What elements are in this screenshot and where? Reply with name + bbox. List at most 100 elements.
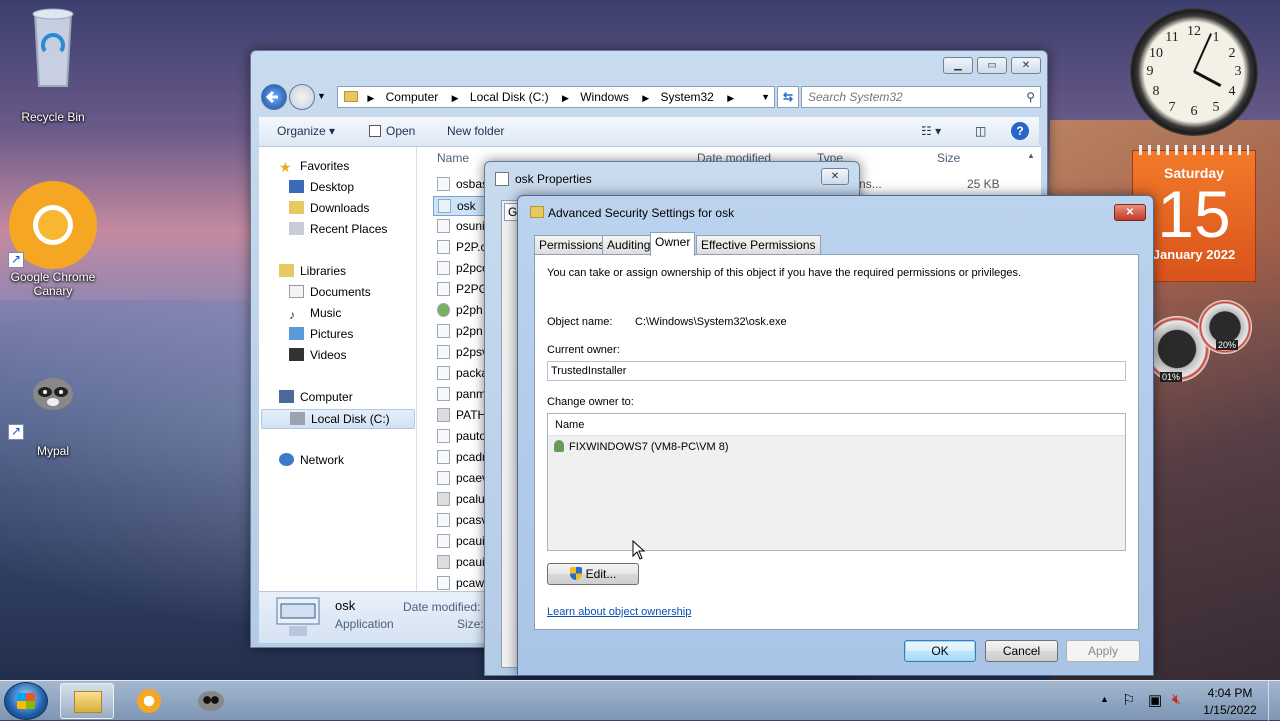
minimize-button[interactable]: ▁ [943,57,973,74]
file-row[interactable]: pcaev [437,471,488,485]
breadcrumb-separator-icon[interactable]: ▶ [452,93,459,103]
edit-button[interactable]: Edit... [547,563,639,585]
breadcrumb-computer[interactable]: Computer [386,90,439,104]
nav-pictures[interactable]: Pictures [289,327,353,341]
explorer-folder-icon [74,691,102,713]
nav-local-disk[interactable]: Local Disk (C:) [261,409,415,429]
show-hidden-icons-icon[interactable]: ▲ [1100,694,1109,704]
organize-button[interactable]: Organize ▾ [277,124,335,138]
file-row[interactable]: p2ph [437,303,483,317]
file-row[interactable]: panm [437,387,486,401]
file-row[interactable]: pauto [437,429,486,443]
breadcrumb-separator-icon[interactable]: ▶ [642,93,649,103]
list-header-name[interactable]: Name [548,414,1125,436]
view-options-icon[interactable]: ☷ ▾ [921,124,941,138]
forward-button[interactable] [289,84,315,110]
owner-list-item-label: FIXWINDOWS7 (VM8-PC\VM 8) [569,441,729,453]
file-row[interactable]: p2psv [437,345,488,359]
mypal-shortcut[interactable]: Mypal [3,370,103,458]
scroll-up-icon[interactable]: ▲ [1027,151,1035,160]
breadcrumb-separator-icon[interactable]: ▶ [727,93,734,103]
breadcrumb-separator-icon[interactable]: ▶ [367,93,374,103]
clock-number: 5 [1212,100,1220,115]
close-button[interactable]: ✕ [1114,204,1146,221]
network-tray-icon[interactable]: ▣ [1148,691,1162,709]
breadcrumb-system32[interactable]: System32 [661,90,714,104]
file-row[interactable]: pcasv [437,513,487,527]
file-row[interactable]: pcaui [437,534,485,548]
file-row[interactable]: pcalu [437,492,485,506]
file-row[interactable]: P2P.c [437,240,486,254]
tab-auditing[interactable]: Auditing [602,235,656,255]
ok-button[interactable]: OK [904,640,976,662]
clock-gadget: 12 1 2 3 4 5 6 7 8 9 10 11 [1130,8,1258,136]
file-size: 25 KB [967,177,1000,191]
taskbar-explorer-button[interactable] [60,683,114,719]
nav-computer[interactable]: Computer [279,390,353,404]
taskbar-clock-time[interactable]: 4:04 PM [1200,686,1260,700]
tab-permissions[interactable]: Permissions [534,235,610,255]
file-row[interactable]: osbas [437,177,488,191]
volume-muted-icon[interactable]: 🔇︎ [1172,691,1181,708]
tab-owner[interactable]: Owner [650,232,696,256]
file-row[interactable]: pcadr [437,450,486,464]
nav-recent-places[interactable]: Recent Places [289,222,387,236]
learn-ownership-link[interactable]: Learn about object ownership [547,606,691,618]
help-icon[interactable]: ? [1011,122,1029,140]
back-button[interactable] [261,84,287,110]
breadcrumb-local-disk[interactable]: Local Disk (C:) [470,90,549,104]
nav-documents[interactable]: Documents [289,285,371,299]
file-row[interactable]: P2PG [437,282,488,296]
chrome-canary-shortcut[interactable]: Google Chrome Canary [3,180,103,298]
nav-libraries-label: Libraries [300,264,347,278]
recycle-bin-shortcut[interactable]: Recycle Bin [3,6,103,124]
nav-videos[interactable]: Videos [289,348,346,362]
nav-desktop[interactable]: Desktop [289,180,354,194]
window-file-icon [437,492,450,506]
file-row[interactable]: osuni [437,219,485,233]
recent-pages-chevron-icon[interactable]: ▼ [317,91,326,101]
refresh-button[interactable]: ⇆ [777,86,799,108]
current-owner-value: TrustedInstaller [551,365,627,377]
clock-number: 11 [1165,30,1179,45]
nav-music[interactable]: ♪ Music [289,306,341,322]
show-desktop-button[interactable] [1268,681,1280,721]
nav-libraries[interactable]: Libraries [279,264,346,278]
taskbar-chrome-canary-button[interactable] [122,683,176,719]
file-row[interactable]: pcawr [437,576,488,590]
apply-button[interactable]: Apply [1066,640,1140,662]
column-header-size[interactable]: Size [937,151,960,165]
action-center-flag-icon[interactable]: ⚐ [1122,691,1135,709]
taskbar-mypal-button[interactable] [184,683,238,719]
file-row[interactable]: p2pn [437,324,483,338]
file-row[interactable]: PATH [437,408,486,422]
address-dropdown-icon[interactable]: ▼ [761,87,770,107]
file-row[interactable]: packa [437,366,488,380]
nav-network[interactable]: Network [279,453,344,467]
search-input[interactable]: Search System32 ⚲ [801,86,1041,108]
taskbar-clock-date[interactable]: 1/15/2022 [1200,703,1260,717]
advanced-security-dialog[interactable]: Advanced Security Settings for osk ✕ Per… [517,195,1154,676]
preview-pane-icon[interactable]: ◫ [975,124,986,138]
maximize-button[interactable]: ▭ [977,57,1007,74]
open-button[interactable]: Open [369,124,415,138]
nav-favorites[interactable]: ★ Favorites [279,159,349,175]
tab-effective-permissions[interactable]: Effective Permissions [696,235,821,255]
change-owner-list[interactable]: Name FIXWINDOWS7 (VM8-PC\VM 8) [547,413,1126,551]
file-row[interactable]: p2pco [437,261,489,275]
clock-number: 10 [1149,46,1163,61]
current-owner-field[interactable]: TrustedInstaller [547,361,1126,381]
new-folder-button[interactable]: New folder [447,124,504,138]
breadcrumb-windows[interactable]: Windows [580,90,629,104]
nav-downloads[interactable]: Downloads [289,201,369,215]
breadcrumb-separator-icon[interactable]: ▶ [562,93,569,103]
file-row[interactable]: pcaui [437,555,485,569]
start-button[interactable] [4,682,48,720]
close-button[interactable]: ✕ [821,168,849,185]
cancel-button[interactable]: Cancel [985,640,1058,662]
owner-list-item[interactable]: FIXWINDOWS7 (VM8-PC\VM 8) [548,436,1125,458]
column-header-name[interactable]: Name [437,151,469,165]
computer-icon [279,390,294,403]
close-button[interactable]: ✕ [1011,57,1041,74]
address-bar[interactable]: ▶ Computer ▶ Local Disk (C:) ▶ Windows ▶… [337,86,775,108]
